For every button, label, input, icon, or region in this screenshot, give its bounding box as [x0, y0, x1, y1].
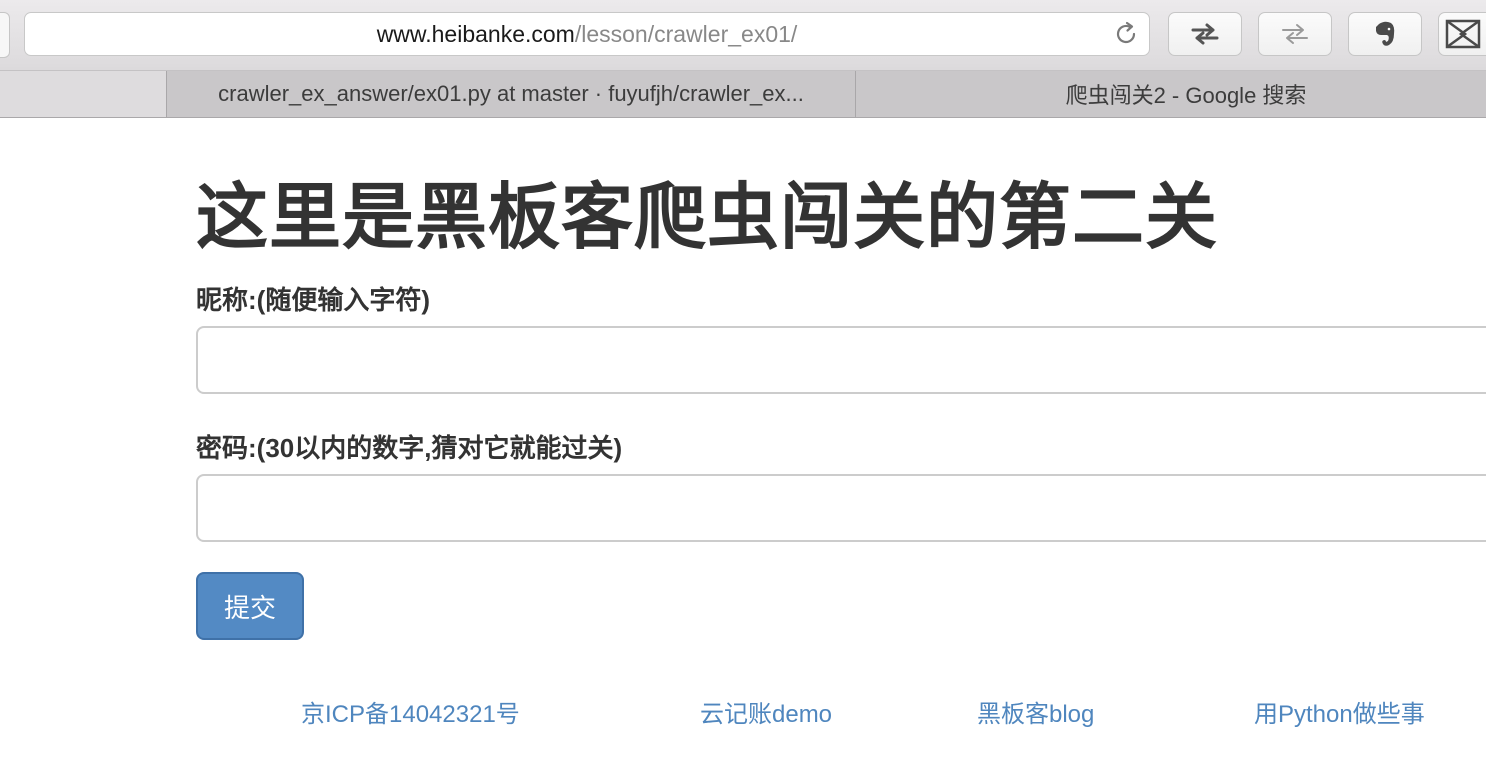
url-path: /lesson/crawler_ex01/	[574, 20, 798, 47]
nickname-label: 昵称:(随便输入字符)	[196, 285, 430, 315]
nickname-input[interactable]	[196, 326, 1486, 394]
evernote-elephant-icon	[1376, 21, 1395, 46]
tab-google-search[interactable]: 爬虫闯关2 - Google 搜索	[856, 71, 1486, 117]
address-bar[interactable]: www.heibanke.com/lesson/crawler_ex01/	[24, 12, 1150, 56]
evernote-button[interactable]	[1348, 12, 1422, 56]
url-host: www.heibanke.com	[376, 20, 575, 47]
reload-icon[interactable]	[1113, 21, 1139, 47]
password-input[interactable]	[196, 474, 1486, 542]
browser-toolbar: www.heibanke.com/lesson/crawler_ex01/	[0, 0, 1486, 71]
swap-tabs-disabled-button[interactable]	[1258, 12, 1332, 56]
footer-link-blog[interactable]: 黑板客blog	[977, 694, 1094, 729]
password-label: 密码:(30以内的数字,猜对它就能过关)	[196, 433, 623, 463]
extension-button[interactable]	[1438, 12, 1486, 56]
tab-github[interactable]: crawler_ex_answer/ex01.py at master · fu…	[167, 71, 856, 117]
footer-link-accounting-demo[interactable]: 云记账demo	[700, 694, 832, 729]
submit-button[interactable]: 提交	[196, 572, 304, 640]
tab-bar: crawler_ex_answer/ex01.py at master · fu…	[0, 71, 1486, 118]
tab-current[interactable]	[0, 71, 167, 117]
page-title: 这里是黑板客爬虫闯关的第二关	[196, 178, 1219, 258]
footer-link-icp[interactable]: 京ICP备14042321号	[301, 694, 520, 729]
page-content: 这里是黑板客爬虫闯关的第二关 昵称:(随便输入字符) 密码:(30以内的数字,猜…	[0, 118, 1486, 778]
swap-arrows-icon	[1191, 23, 1219, 45]
swap-arrows-icon	[1282, 24, 1308, 44]
swap-tabs-button[interactable]	[1168, 12, 1242, 56]
sidebar-toggle-button[interactable]	[0, 12, 10, 58]
footer-link-python[interactable]: 用Python做些事	[1254, 694, 1425, 729]
extension-icon	[1445, 19, 1481, 49]
